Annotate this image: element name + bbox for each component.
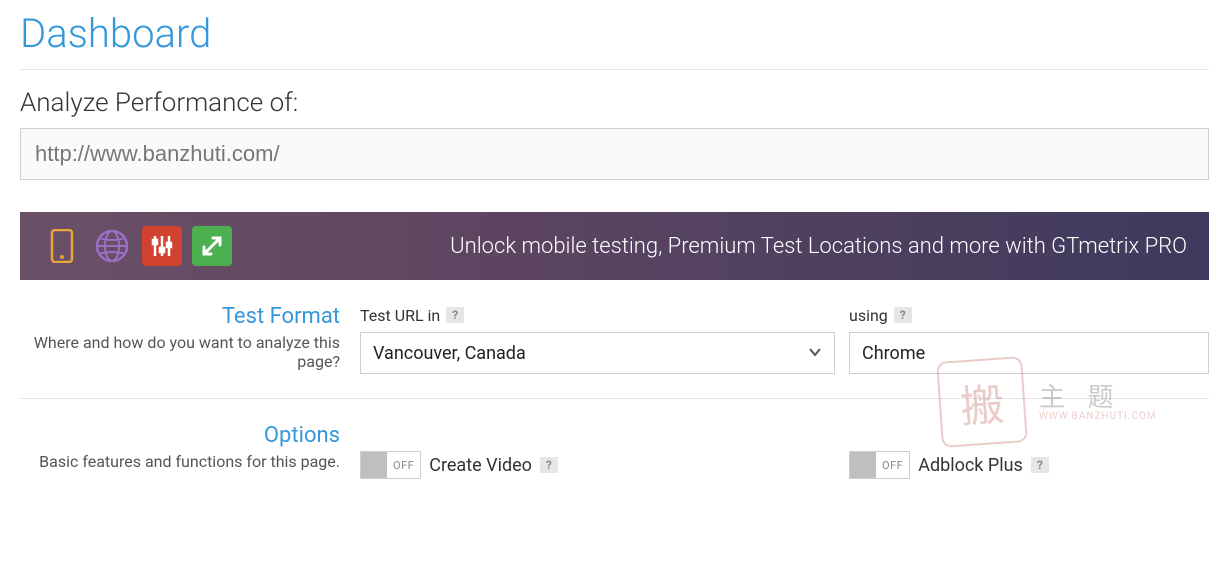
globe-icon — [92, 226, 132, 266]
promo-icons — [42, 226, 232, 266]
toggle-knob — [850, 452, 876, 478]
promo-banner[interactable]: Unlock mobile testing, Premium Test Loca… — [20, 212, 1209, 280]
browser-select[interactable]: Chrome — [849, 332, 1209, 374]
test-format-row: Test Format Where and how do you want to… — [20, 280, 1209, 399]
adblock-toggle[interactable]: OFF — [849, 451, 910, 479]
options-row: Options Basic features and functions for… — [20, 399, 1209, 503]
test-format-title: Test Format — [20, 304, 340, 329]
options-desc: Basic features and functions for this pa… — [20, 452, 340, 471]
sliders-icon — [142, 226, 182, 266]
location-select-value: Vancouver, Canada — [361, 343, 538, 364]
mobile-icon — [42, 226, 82, 266]
create-video-toggle[interactable]: OFF — [360, 451, 421, 479]
page-title: Dashboard — [20, 10, 1209, 57]
help-icon[interactable]: ? — [540, 457, 558, 473]
location-select[interactable]: Vancouver, Canada — [360, 332, 835, 374]
help-icon[interactable]: ? — [1031, 457, 1049, 473]
toggle-state: OFF — [876, 459, 909, 472]
create-video-label: Create Video — [429, 455, 532, 476]
location-label: Test URL in — [360, 306, 440, 325]
expand-icon — [192, 226, 232, 266]
chevron-down-icon — [796, 344, 834, 363]
test-format-desc: Where and how do you want to analyze thi… — [20, 333, 340, 371]
adblock-label: Adblock Plus — [918, 455, 1023, 476]
title-divider — [20, 69, 1209, 70]
analyze-section-label: Analyze Performance of: — [20, 88, 1209, 118]
help-icon[interactable]: ? — [894, 307, 912, 323]
promo-text: Unlock mobile testing, Premium Test Loca… — [450, 234, 1187, 259]
url-input[interactable] — [20, 128, 1209, 180]
help-icon[interactable]: ? — [446, 307, 464, 323]
toggle-knob — [361, 452, 387, 478]
browser-label: using — [849, 306, 888, 325]
toggle-state: OFF — [387, 459, 420, 472]
options-title: Options — [20, 423, 340, 448]
browser-select-value: Chrome — [850, 343, 937, 364]
